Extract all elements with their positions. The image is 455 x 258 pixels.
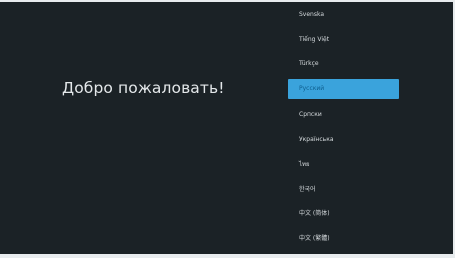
language-option-serbian[interactable]: Српски — [288, 105, 399, 125]
language-option-ukrainian[interactable]: Українська — [288, 130, 399, 150]
tv-setup-screen: Добро пожаловать! Svenska Tiếng Việt Tür… — [0, 0, 455, 258]
language-option-thai[interactable]: ไทย — [288, 155, 399, 175]
language-option-chinese-traditional[interactable]: 中文 (繁體) — [288, 229, 399, 246]
language-option-chinese-simplified[interactable]: 中文 (简体) — [288, 204, 399, 224]
language-option-turkce[interactable]: Türkçe — [288, 54, 399, 74]
language-option-russian-selected[interactable]: Русский — [288, 79, 399, 99]
language-option-svenska[interactable]: Svenska — [288, 5, 399, 25]
language-option-korean[interactable]: 한국어 — [288, 180, 399, 200]
welcome-heading: Добро пожаловать! — [62, 79, 225, 97]
language-list[interactable]: Svenska Tiếng Việt Türkçe Русский Српски… — [288, 0, 408, 246]
bezel-bottom — [0, 254, 455, 258]
language-option-tieng-viet[interactable]: Tiếng Việt — [288, 30, 399, 50]
